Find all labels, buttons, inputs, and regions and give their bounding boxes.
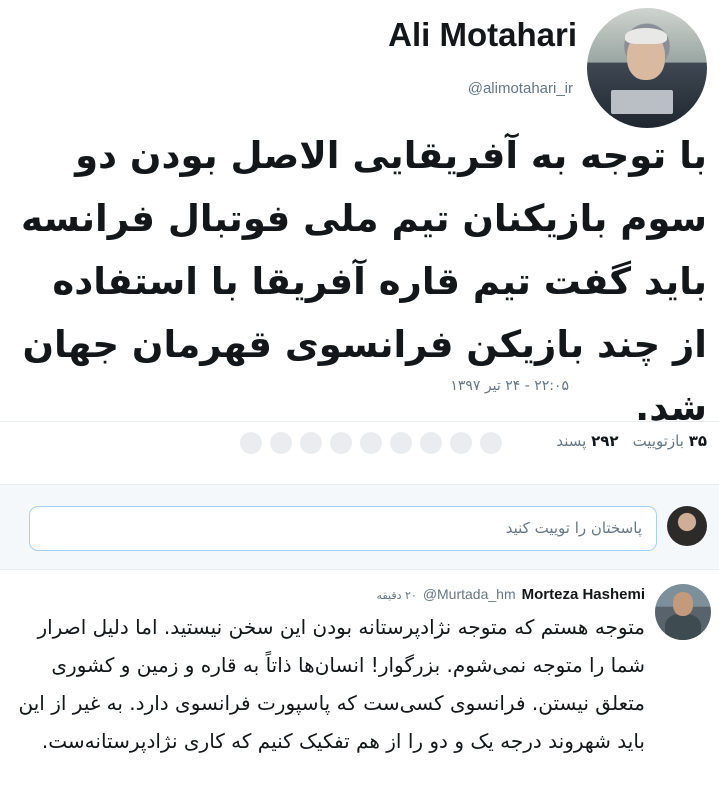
retweets-label: بازتوییت (632, 432, 684, 450)
reply-text: متوجه هستم که متوجه نژادپرستانه بودن این… (18, 615, 646, 753)
likers-avatars (240, 432, 502, 454)
likes-stat[interactable]: ۲۹۲ پسند (556, 432, 618, 450)
liker-avatar[interactable] (420, 432, 442, 454)
avatar-hair (625, 28, 667, 44)
reply-author-avatar[interactable] (655, 584, 711, 640)
tweet-stats: ۳۵ بازتوییت ۲۹۲ پسند (556, 432, 707, 450)
reply-avatar-face (673, 592, 693, 616)
tweet-text: با توجه به آفریقایی الاصل بودن دو سوم با… (21, 134, 707, 429)
author-handle[interactable]: @alimotahari_ir (468, 80, 573, 97)
liker-avatar[interactable] (330, 432, 352, 454)
tweet-timestamp[interactable]: ۲۲:۰۵ - ۲۴ تیر ۱۳۹۷ (450, 378, 569, 394)
divider (0, 421, 719, 422)
current-user-avatar[interactable] (667, 506, 707, 546)
liker-avatar[interactable] (300, 432, 322, 454)
author-name[interactable]: Ali Motahari (388, 16, 577, 54)
avatar-desk (611, 90, 673, 114)
liker-avatar[interactable] (450, 432, 472, 454)
reply-header: ۲۰ دقیقه @Murtada_hm Morteza Hashemi (377, 586, 645, 603)
likes-count: ۲۹۲ (591, 432, 619, 450)
reply-input[interactable]: پاسختان را توییت کنید (29, 506, 657, 551)
reply-author-handle[interactable]: @Murtada_hm (423, 586, 516, 602)
retweets-count: ۳۵ (688, 432, 707, 450)
liker-avatar[interactable] (270, 432, 292, 454)
liker-avatar[interactable] (390, 432, 412, 454)
reply-avatar-body (665, 614, 701, 640)
reply-time[interactable]: ۲۰ دقیقه (377, 589, 417, 602)
likes-label: پسند (556, 432, 587, 450)
author-avatar[interactable] (587, 8, 707, 128)
liker-avatar[interactable] (360, 432, 382, 454)
liker-avatar[interactable] (240, 432, 262, 454)
retweets-stat[interactable]: ۳۵ بازتوییت (633, 432, 707, 450)
liker-avatar[interactable] (480, 432, 502, 454)
divider (0, 569, 719, 570)
reply-author-name[interactable]: Morteza Hashemi (522, 586, 645, 603)
